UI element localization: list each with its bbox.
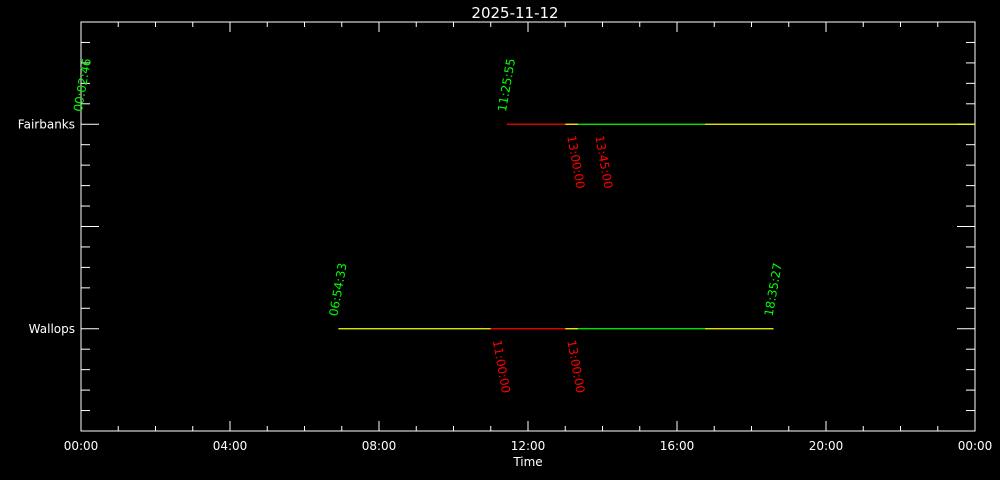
chart-title: 2025-11-12 xyxy=(471,4,558,22)
event-time-label: 13:45:00 xyxy=(592,134,615,190)
x-tick-label: 20:00 xyxy=(809,439,844,453)
x-tick-label: 00:00 xyxy=(64,439,99,453)
x-tick-label: 12:00 xyxy=(511,439,546,453)
start-time-label: 18:35:27 xyxy=(762,262,785,318)
y-tick-label-wallops: Wallops xyxy=(29,322,75,336)
event-time-label: 11:00:00 xyxy=(490,339,513,395)
timeline-chart: 2025-11-12 Time 00:00 04:00 08:00 12:00 16:0… xyxy=(18,4,993,469)
x-tick-label: 00:00 xyxy=(958,439,993,453)
start-time-label: 00:02:46 xyxy=(71,57,94,113)
x-axis-label: Time xyxy=(512,455,542,469)
start-time-label: 11:25:55 xyxy=(495,57,518,113)
event-time-label: 13:00:00 xyxy=(564,134,587,190)
x-tick-label: 08:00 xyxy=(362,439,397,453)
x-tick-label: 04:00 xyxy=(213,439,248,453)
start-time-label: 06:54:33 xyxy=(327,262,350,318)
x-tick-label: 16:00 xyxy=(660,439,695,453)
plot-frame xyxy=(80,21,976,432)
event-time-label: 13:00:00 xyxy=(564,339,587,395)
y-tick-label-fairbanks: Fairbanks xyxy=(18,117,75,131)
